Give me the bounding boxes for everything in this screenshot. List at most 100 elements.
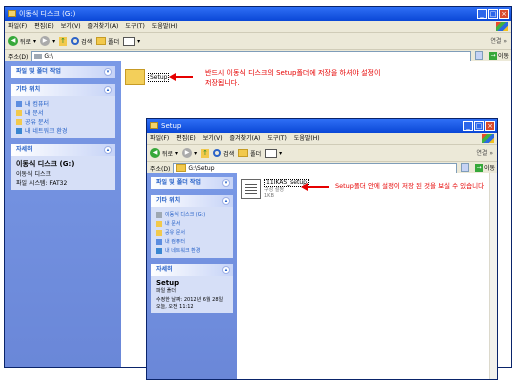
menu-bar: 파일(F) 편집(E) 보기(V) 즐겨찾기(A) 도구(T) 도움말(H) (5, 21, 511, 33)
go-button[interactable]: → 이동 (474, 163, 495, 172)
place-my-computer[interactable]: 내 컴퓨터 (156, 237, 228, 246)
menu-view[interactable]: 보기(V) (203, 133, 223, 144)
back-button[interactable]: ◀ 뒤로 ▾ (8, 36, 36, 46)
address-input[interactable]: G:\Setup (173, 162, 457, 174)
folders-button[interactable]: 폴더 (238, 149, 261, 158)
menu-favorites[interactable]: 즐겨찾기(A) (230, 133, 261, 144)
collapse-icon[interactable]: ▴ (222, 197, 230, 205)
search-button[interactable]: 검색 (213, 149, 234, 158)
search-button[interactable]: 검색 (71, 37, 92, 46)
address-dropdown-button[interactable] (475, 51, 483, 60)
up-folder-icon[interactable]: ↑ (201, 148, 210, 158)
chevron-down-icon: ▾ (279, 149, 283, 157)
minimize-button[interactable]: _ (463, 121, 473, 131)
chevron-down-icon: ▾ (175, 149, 179, 157)
views-button[interactable]: ▾ (123, 36, 140, 46)
vertical-scrollbar[interactable] (489, 173, 497, 379)
panel-other-places: 기타 위치 ▴ 내 컴퓨터 내 문서 공유 문서 내 네트워크 환경 (11, 84, 115, 138)
drive-icon (34, 53, 43, 59)
menu-tools[interactable]: 도구(T) (125, 21, 144, 32)
links-button[interactable]: 연결 » (490, 36, 507, 45)
place-shared-documents[interactable]: 공유 문서 (16, 117, 110, 126)
views-button[interactable]: ▾ (265, 148, 283, 158)
go-arrow-icon: → (488, 51, 497, 60)
annotation-arrow-line (307, 186, 329, 188)
back-arrow-icon: ◀ (8, 36, 18, 46)
address-input[interactable]: G:\ (31, 50, 471, 62)
collapse-icon[interactable]: ▴ (104, 86, 112, 94)
place-network[interactable]: 내 네트워크 환경 (156, 246, 228, 255)
maximize-button[interactable]: □ (474, 121, 484, 131)
shared-folder-icon (156, 229, 162, 236)
details-type: 파일 폴더 (156, 288, 176, 294)
annotation-setup-saved: Setup폴더 안에 설정이 저장 된 것을 보실 수 있습니다 (335, 182, 485, 190)
panel-header[interactable]: 기타 위치 ▴ (11, 84, 115, 96)
address-dropdown-button[interactable] (461, 163, 469, 172)
menu-bar: 파일(F) 편집(E) 보기(V) 즐겨찾기(A) 도구(T) 도움말(H) (147, 133, 497, 145)
up-folder-icon[interactable]: ↑ (59, 36, 68, 46)
menu-help[interactable]: 도움말(H) (294, 133, 320, 144)
place-my-documents[interactable]: 내 문서 (156, 219, 228, 228)
menu-tools[interactable]: 도구(T) (267, 133, 286, 144)
expand-icon[interactable]: ▾ (222, 179, 230, 187)
minimize-button[interactable]: _ (477, 9, 487, 19)
title-bar[interactable]: 이동식 디스크 (G:) _ □ × (5, 7, 511, 21)
documents-folder-icon (156, 220, 162, 227)
menu-edit[interactable]: 편집(E) (176, 133, 196, 144)
place-network[interactable]: 내 네트워크 환경 (16, 126, 110, 135)
setup-folder-icon[interactable] (125, 69, 145, 85)
panel-header[interactable]: 기타 위치 ▴ (151, 195, 233, 207)
maximize-button[interactable]: □ (488, 9, 498, 19)
place-my-computer[interactable]: 내 컴퓨터 (16, 99, 110, 108)
network-icon (16, 127, 22, 134)
forward-button[interactable]: ▶ ▾ (182, 148, 197, 158)
panel-header[interactable]: 자세히 ▴ (11, 144, 115, 156)
folders-button[interactable]: 폴더 (96, 37, 119, 46)
go-arrow-icon: → (474, 163, 483, 172)
place-removable-disk[interactable]: 이동식 디스크 (G:) (156, 210, 228, 219)
windows-logo-icon (482, 134, 494, 143)
drive-icon (8, 10, 16, 17)
folder-icon (150, 122, 158, 129)
close-button[interactable]: × (485, 121, 495, 131)
menu-view[interactable]: 보기(V) (61, 21, 81, 32)
forward-button[interactable]: ▶ ▾ (40, 36, 55, 46)
chevron-down-icon: ▾ (33, 37, 37, 45)
expand-icon[interactable]: ▾ (104, 68, 112, 76)
search-icon (213, 149, 222, 157)
annotation-save-location: 반드시 이동식 디스크의 Setup폴더에 저장을 하셔야 설정이 저장됩니다. (205, 69, 381, 87)
computer-icon (16, 100, 22, 107)
close-button[interactable]: × (499, 9, 509, 19)
details-filesystem: 파일 시스템: FAT32 (16, 180, 68, 187)
collapse-icon[interactable]: ▴ (104, 146, 112, 154)
back-button[interactable]: ◀ 뒤로 ▾ (150, 148, 178, 158)
address-label: 주소(D) (8, 53, 29, 61)
forward-arrow-icon: ▶ (182, 148, 193, 158)
menu-edit[interactable]: 편집(E) (34, 21, 54, 32)
drive-icon (156, 211, 162, 218)
details-type: 이동식 디스크 (16, 171, 52, 178)
details-title: 이동식 디스크 (G:) (16, 160, 75, 168)
task-pane: 파일 및 폴더 작업 ▾ 기타 위치 ▴ 내 컴퓨터 내 문서 공유 문서 내 네트… (5, 61, 121, 367)
windows-logo-icon (496, 22, 508, 31)
setup-folder-label[interactable]: Setup (148, 73, 170, 82)
links-button[interactable]: 연결 » (476, 148, 493, 157)
shared-folder-icon (16, 118, 22, 125)
panel-file-tasks: 파일 및 폴더 작업 ▾ (11, 66, 115, 78)
panel-header[interactable]: 파일 및 폴더 작업 ▾ (151, 177, 233, 189)
settings-file-icon[interactable] (241, 179, 261, 199)
place-shared-documents[interactable]: 공유 문서 (156, 228, 228, 237)
collapse-icon[interactable]: ▴ (222, 266, 230, 274)
panel-header[interactable]: 자세히 ▴ (151, 264, 233, 276)
menu-favorites[interactable]: 즐겨찾기(A) (88, 21, 119, 32)
menu-file[interactable]: 파일(F) (8, 21, 27, 32)
panel-header[interactable]: 파일 및 폴더 작업 ▾ (11, 66, 115, 78)
menu-help[interactable]: 도움말(H) (152, 21, 178, 32)
title-bar[interactable]: Setup _ □ × (147, 119, 497, 133)
details-title: Setup (156, 279, 180, 287)
menu-file[interactable]: 파일(F) (150, 133, 169, 144)
go-button[interactable]: → 이동 (488, 51, 509, 60)
place-my-documents[interactable]: 내 문서 (16, 108, 110, 117)
window-title: Setup (161, 122, 182, 130)
panel-other-places: 기타 위치 ▴ 이동식 디스크 (G:) 내 문서 공유 문서 내 컴퓨터 내 네… (151, 195, 233, 258)
